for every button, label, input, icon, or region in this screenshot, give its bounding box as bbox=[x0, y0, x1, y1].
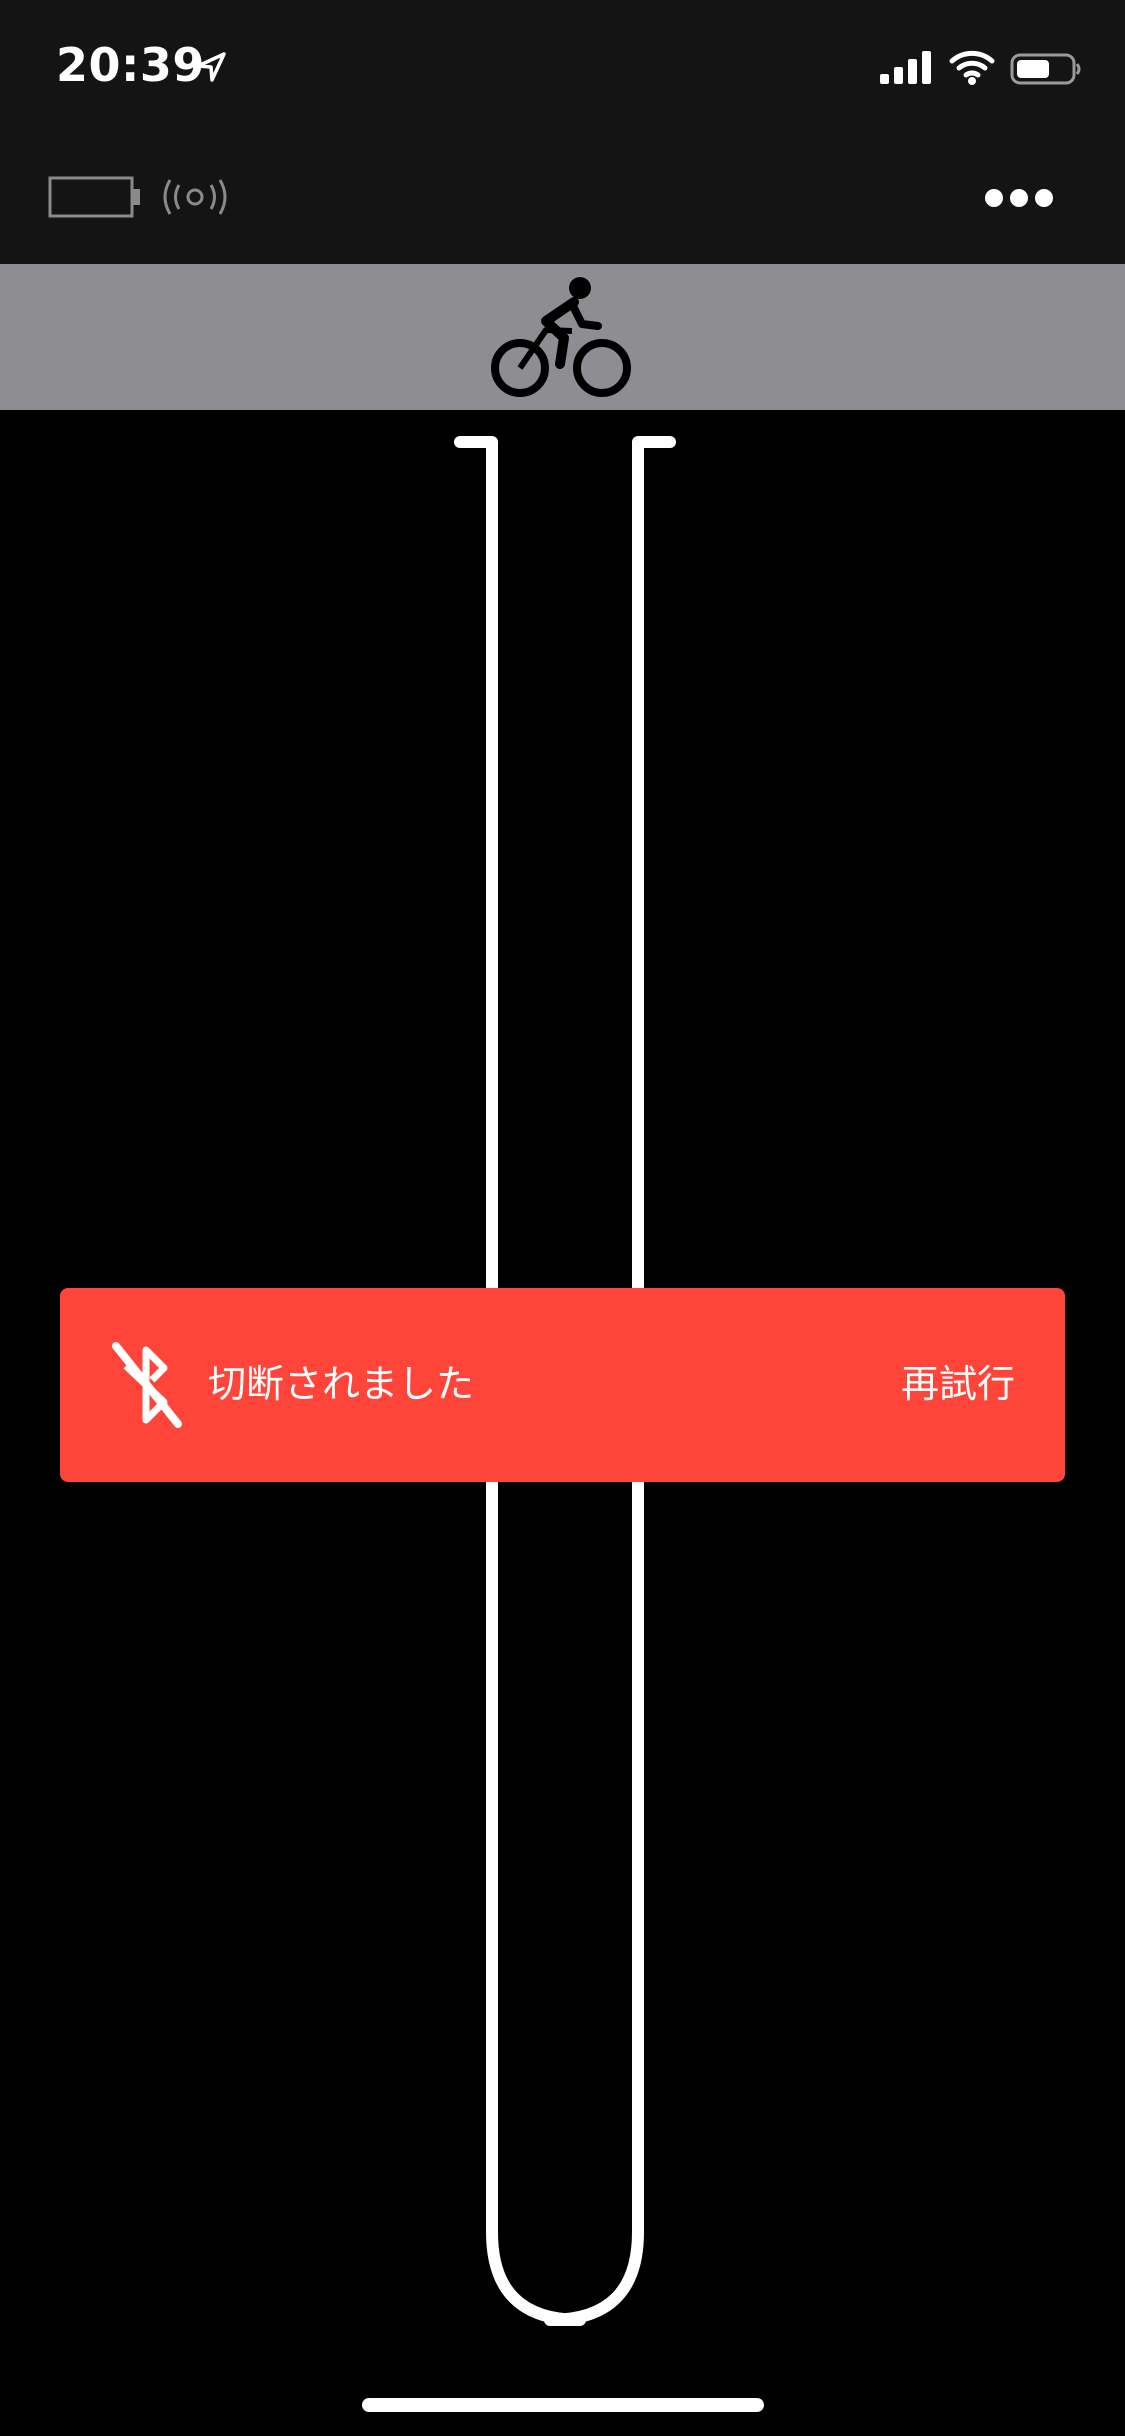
banner-message: 切断されました bbox=[208, 1362, 475, 1406]
activity-bar bbox=[0, 264, 1125, 410]
home-indicator[interactable] bbox=[362, 2398, 764, 2412]
cellular-signal-icon bbox=[880, 51, 931, 84]
toolbar bbox=[0, 140, 1125, 264]
disconnected-banner: 切断されました 再試行 bbox=[60, 1288, 1065, 1482]
more-icon bbox=[985, 189, 1053, 207]
device-battery-icon bbox=[48, 176, 140, 218]
broadcast-icon bbox=[163, 179, 227, 215]
retry-button[interactable]: 再試行 bbox=[901, 1354, 1015, 1414]
wifi-icon bbox=[949, 50, 995, 85]
bluetooth-disabled-icon bbox=[112, 1342, 182, 1428]
more-button[interactable] bbox=[974, 170, 1064, 226]
status-time: 20:39 bbox=[56, 38, 205, 92]
bicycle-icon bbox=[491, 277, 631, 397]
location-arrow-icon bbox=[196, 52, 226, 82]
status-bar: 20:39 bbox=[0, 0, 1125, 140]
battery-icon bbox=[1010, 53, 1081, 85]
